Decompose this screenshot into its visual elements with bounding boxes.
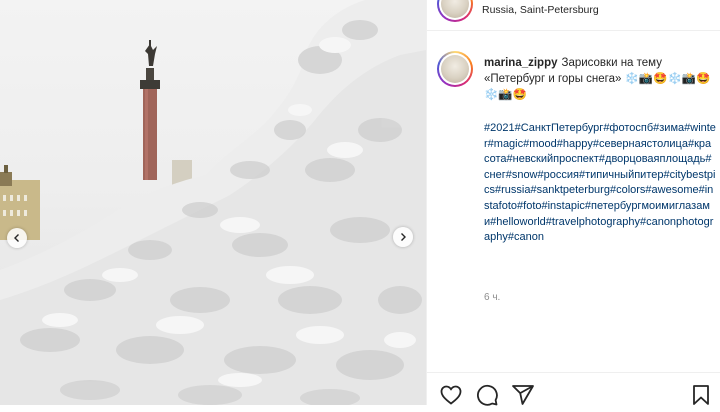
header-avatar[interactable] — [437, 0, 473, 22]
share-icon — [512, 385, 534, 405]
profile-avatar — [441, 0, 469, 18]
post-photo[interactable] — [0, 0, 426, 405]
save-button[interactable] — [689, 383, 713, 407]
action-bar — [427, 372, 720, 406]
share-button[interactable] — [511, 383, 535, 407]
like-button[interactable] — [439, 383, 463, 407]
comment-button[interactable] — [475, 383, 499, 407]
snow-pile-image — [0, 0, 426, 405]
post-timestamp[interactable]: 6 ч. — [484, 292, 500, 303]
comment-icon — [477, 384, 498, 406]
username-link[interactable]: marina_zippy — [484, 57, 558, 69]
heart-icon — [440, 385, 462, 405]
chevron-right-icon — [401, 233, 406, 241]
hashtags[interactable]: #2021#СанктПетербург#фотоспб#зима#winter… — [484, 121, 716, 246]
chevron-left-icon — [14, 234, 19, 242]
caption-avatar[interactable] — [437, 51, 473, 87]
prev-photo-button[interactable] — [7, 228, 27, 248]
next-photo-button[interactable] — [393, 227, 413, 247]
post-header: Russia, Saint-Petersburg — [427, 0, 720, 31]
alexander-column — [140, 40, 160, 180]
location-link[interactable]: Russia, Saint-Petersburg — [482, 4, 599, 16]
bookmark-icon — [693, 385, 709, 405]
post-side-panel: Russia, Saint-Petersburg marina_zippy Зар… — [427, 0, 720, 406]
caption: marina_zippy Зарисовки на тему «Петербург… — [484, 55, 714, 103]
profile-avatar — [441, 55, 469, 83]
